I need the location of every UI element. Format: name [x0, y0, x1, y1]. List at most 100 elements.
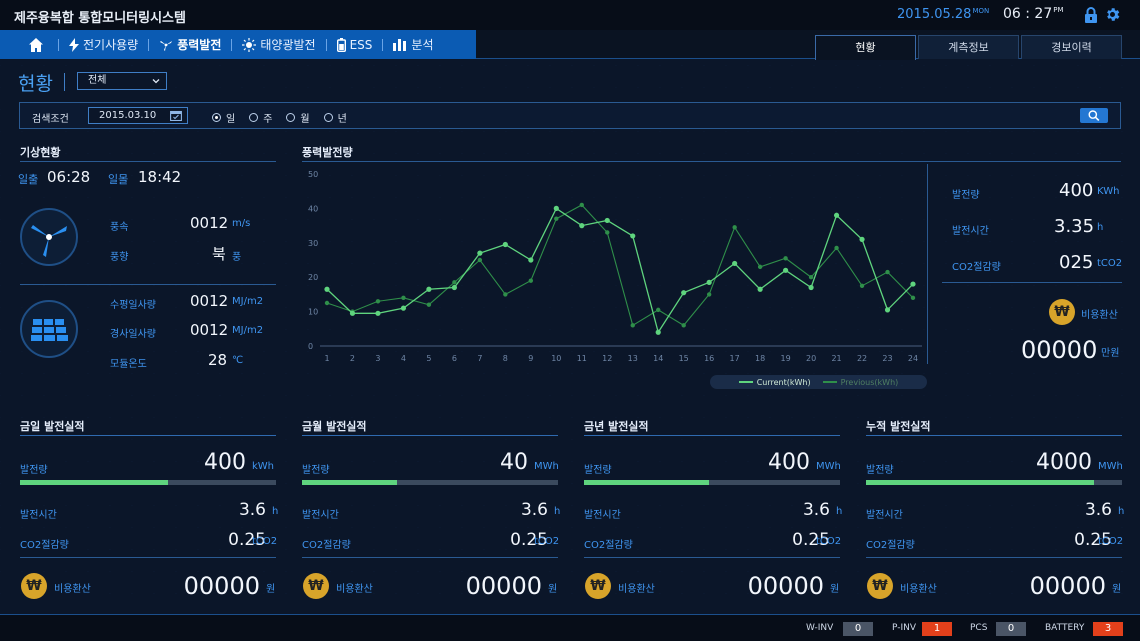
- radio-month[interactable]: 월: [286, 110, 310, 125]
- site-select[interactable]: 전체: [77, 72, 167, 90]
- data-point-previous[interactable]: [375, 299, 381, 304]
- section-divider: [302, 557, 558, 558]
- wind-co2-value: 025: [1059, 252, 1094, 273]
- data-point-current[interactable]: [884, 307, 891, 313]
- lock-icon[interactable]: [1084, 7, 1098, 23]
- data-point-current[interactable]: [655, 329, 661, 335]
- data-point-current[interactable]: [681, 290, 687, 296]
- data-point-current[interactable]: [553, 205, 559, 211]
- panel-hours-label: 발전시간: [866, 510, 903, 521]
- data-point-current[interactable]: [706, 279, 712, 285]
- panel-co2-label: CO2절감량: [302, 540, 351, 551]
- panel-cost-value: 00000: [1029, 572, 1106, 600]
- data-point-previous[interactable]: [681, 323, 686, 328]
- bolt-icon: [69, 37, 79, 52]
- data-point-current[interactable]: [502, 241, 508, 248]
- won-icon: ₩: [1049, 299, 1075, 325]
- data-point-current[interactable]: [426, 286, 432, 292]
- status-battery-label: BATTERY: [1045, 623, 1085, 633]
- status-p-inv-badge[interactable]: 1: [922, 622, 952, 636]
- home-icon[interactable]: [28, 37, 44, 53]
- panel-hours-value: 3.6: [802, 500, 830, 520]
- data-point-previous[interactable]: [324, 300, 330, 306]
- panel-co2-unit: tCO2: [534, 536, 560, 547]
- data-point-current[interactable]: [400, 305, 407, 311]
- nav-item-ess[interactable]: ESS: [327, 30, 383, 59]
- wind-power-title: 풍력발전량: [302, 146, 353, 159]
- data-point-current[interactable]: [808, 284, 814, 291]
- data-point-previous[interactable]: [732, 225, 737, 230]
- data-point-previous[interactable]: [554, 216, 559, 221]
- section-divider: [866, 435, 1122, 436]
- status-battery-badge[interactable]: 3: [1093, 622, 1123, 636]
- horizontal-irradiance-label: 수평일사량: [110, 300, 156, 311]
- x-tick-label: 11: [577, 354, 587, 363]
- data-point-current[interactable]: [375, 310, 381, 316]
- data-point-previous[interactable]: [503, 292, 508, 297]
- data-point-current[interactable]: [833, 212, 840, 218]
- panel-progress-bar: [20, 480, 276, 485]
- radio-day[interactable]: 일: [212, 110, 235, 125]
- panel-cost-value: 00000: [465, 572, 542, 600]
- radio-label: 주: [263, 114, 273, 125]
- data-point-current[interactable]: [324, 286, 330, 292]
- tab-status[interactable]: 현황: [815, 35, 916, 60]
- data-point-current[interactable]: [349, 310, 356, 316]
- data-point-previous[interactable]: [885, 269, 890, 275]
- panel-progress-bar: [584, 480, 840, 485]
- radio-year[interactable]: 년: [323, 110, 347, 125]
- data-point-previous[interactable]: [528, 278, 534, 283]
- x-tick-label: 4: [401, 354, 406, 363]
- view-tabs: 현황 계측정보 경보이력: [815, 35, 1124, 60]
- nav-item-solar[interactable]: 태양광발전: [232, 30, 325, 59]
- panel-co2-label: CO2절감량: [20, 540, 69, 551]
- data-point-current[interactable]: [477, 250, 483, 256]
- panel-hours-unit: h: [554, 506, 561, 517]
- data-point-previous[interactable]: [452, 280, 457, 285]
- data-point-previous[interactable]: [579, 202, 584, 208]
- data-point-previous[interactable]: [477, 257, 483, 263]
- data-point-previous[interactable]: [910, 295, 916, 301]
- data-point-previous[interactable]: [426, 302, 432, 307]
- data-point-current[interactable]: [630, 233, 636, 239]
- data-point-current[interactable]: [757, 286, 763, 292]
- tab-alarm-history[interactable]: 경보이력: [1021, 35, 1122, 59]
- radio-week[interactable]: 주: [249, 110, 272, 125]
- data-point-previous[interactable]: [605, 230, 610, 235]
- x-tick-label: 10: [551, 354, 561, 363]
- data-point-current[interactable]: [604, 217, 610, 224]
- data-point-previous[interactable]: [834, 245, 839, 251]
- data-point-previous[interactable]: [656, 307, 661, 313]
- data-point-current[interactable]: [579, 223, 585, 229]
- search-panel: 검색조건 2015.03.10 일 주 월 년: [19, 102, 1121, 129]
- date-input[interactable]: 2015.03.10: [88, 107, 188, 124]
- data-point-previous[interactable]: [401, 295, 406, 301]
- calendar-icon[interactable]: [170, 110, 182, 121]
- data-point-previous[interactable]: [630, 323, 635, 328]
- data-point-previous[interactable]: [706, 292, 712, 297]
- panel-progress-fill: [584, 480, 710, 485]
- status-w-inv-badge[interactable]: 0: [843, 622, 873, 636]
- status-pcs-badge[interactable]: 0: [996, 622, 1026, 636]
- top-bar: 제주융복합 통합모니터링시스템 2015.05.28MON 06 : 27PM: [0, 0, 1140, 30]
- data-point-current[interactable]: [528, 257, 534, 263]
- nav-item-wind[interactable]: 풍력발전: [149, 30, 231, 59]
- data-point-current[interactable]: [859, 236, 865, 242]
- data-point-current[interactable]: [732, 260, 738, 267]
- data-point-previous[interactable]: [783, 256, 788, 261]
- nav-item-electricity[interactable]: 전기사용량: [59, 30, 148, 59]
- search-button[interactable]: [1080, 108, 1108, 123]
- wind-hours-value: 3.35: [1054, 216, 1095, 237]
- section-divider: [302, 161, 1121, 162]
- data-point-previous[interactable]: [808, 275, 814, 280]
- date-text: 2015.05.28: [897, 7, 972, 22]
- data-point-current[interactable]: [910, 281, 916, 287]
- data-point-previous[interactable]: [757, 264, 763, 270]
- tab-measurement[interactable]: 계측정보: [918, 35, 1019, 59]
- nav-item-analysis[interactable]: 분석: [383, 30, 443, 59]
- gear-icon[interactable]: [1104, 6, 1121, 23]
- data-point-current[interactable]: [451, 284, 457, 291]
- data-point-current[interactable]: [783, 267, 789, 273]
- panel-co2-label: CO2절감량: [866, 540, 915, 551]
- data-point-previous[interactable]: [859, 283, 865, 288]
